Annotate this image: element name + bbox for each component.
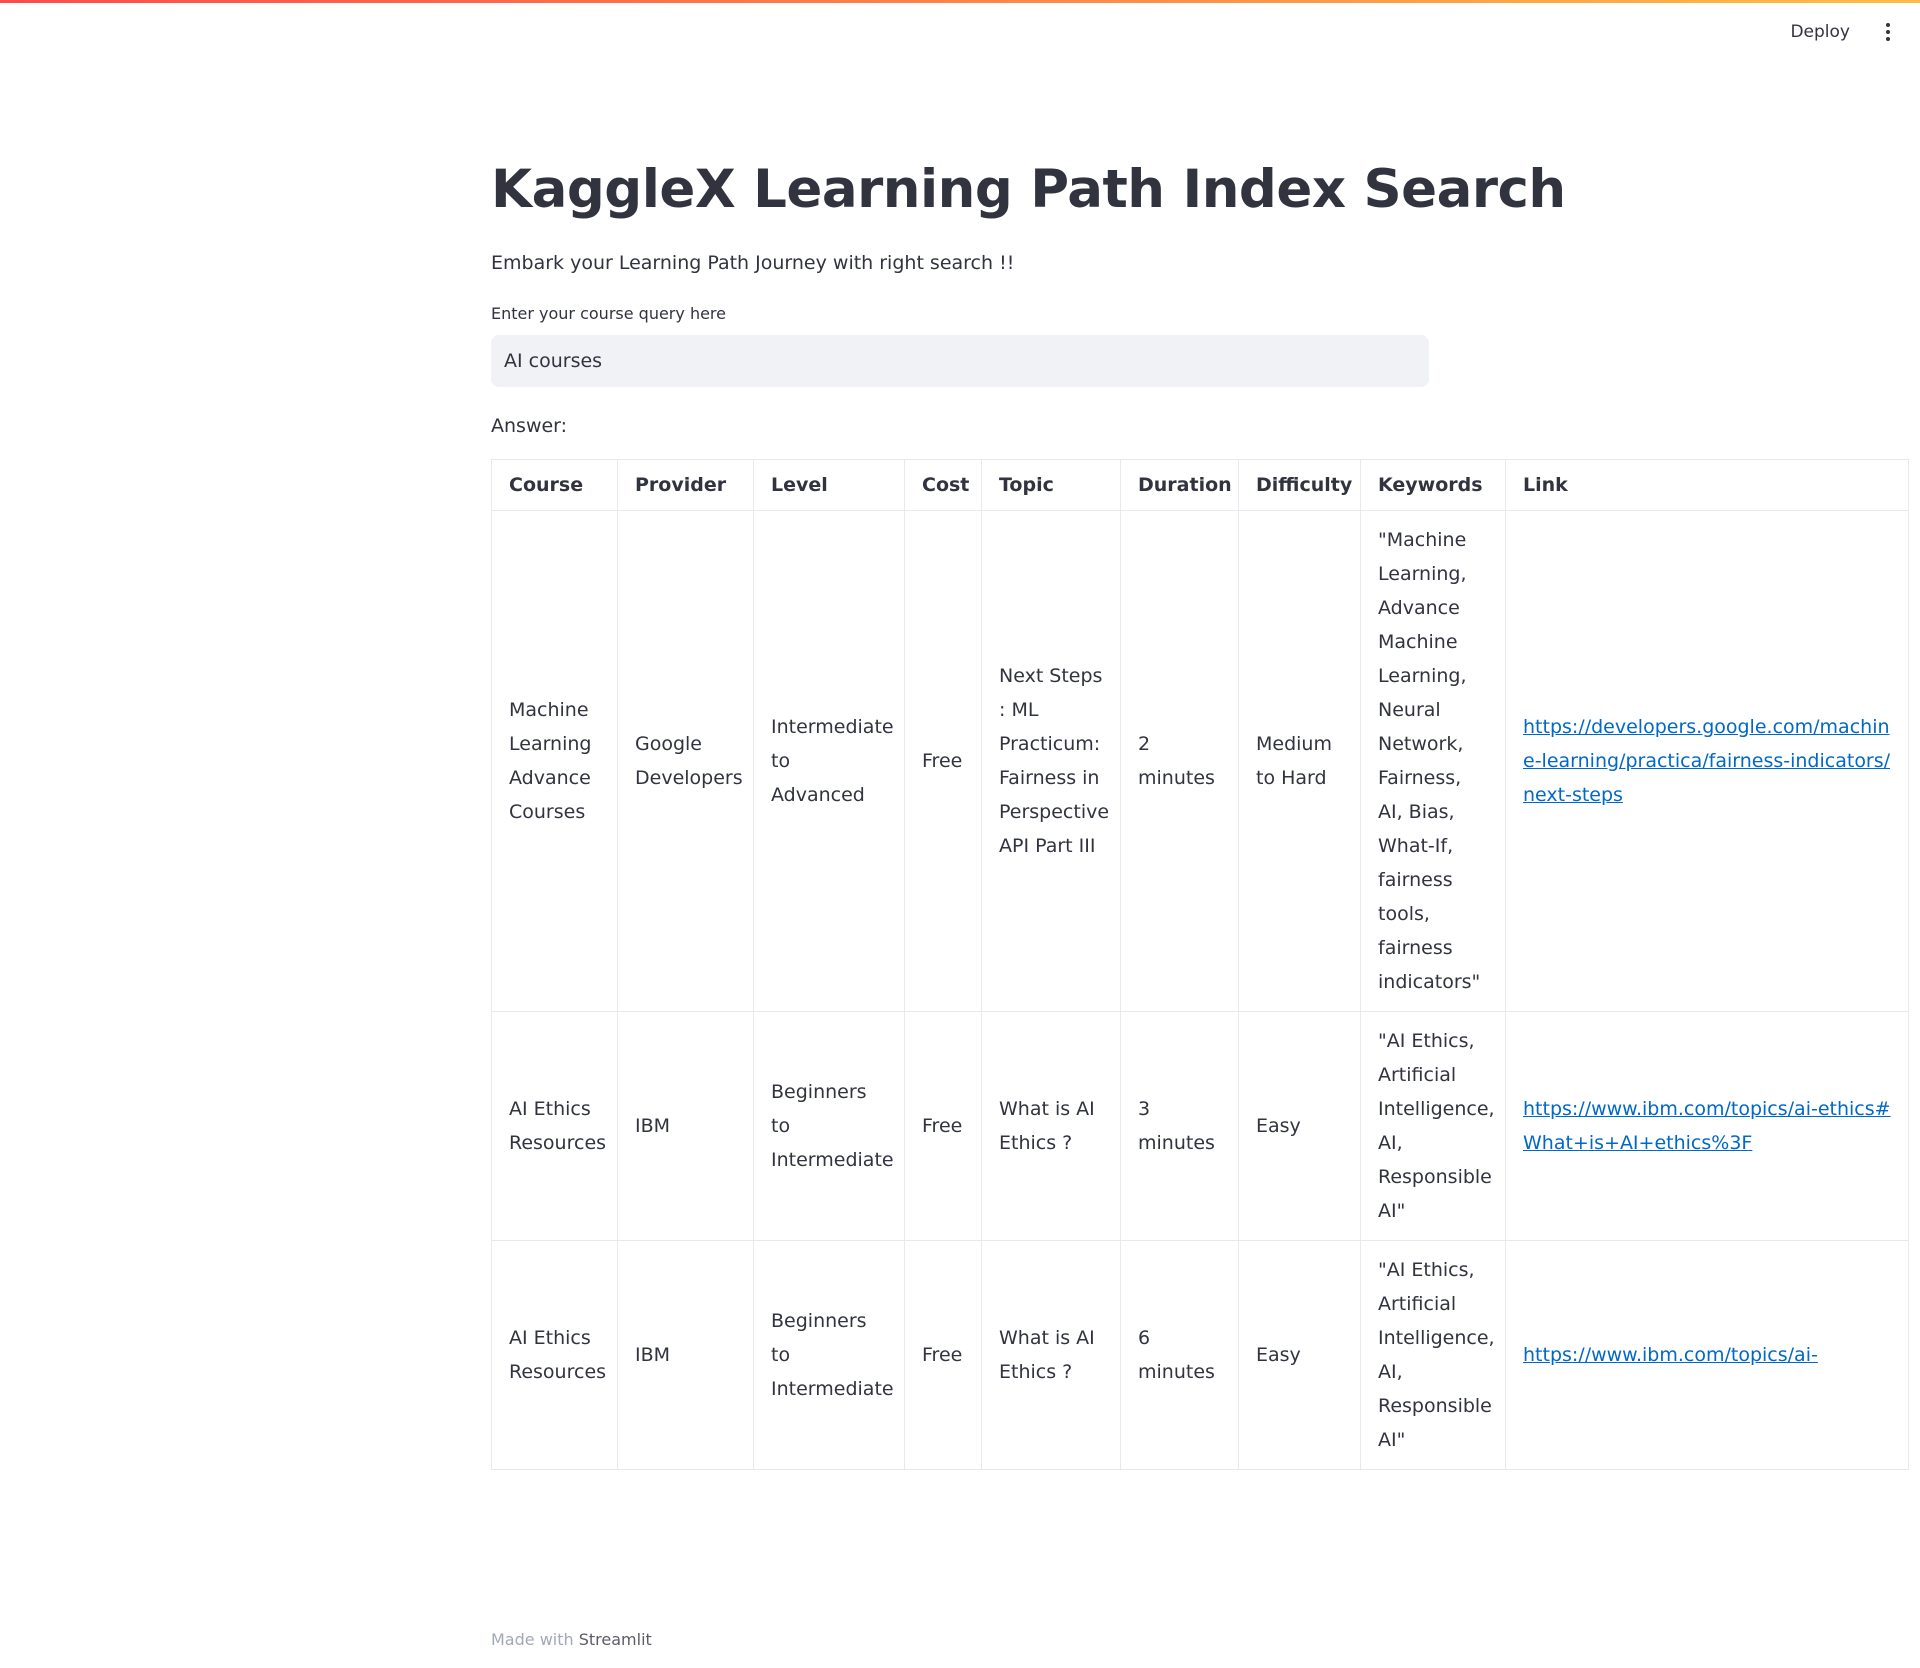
table-row: Machine Learning Advance Courses Google …	[491, 510, 1909, 1012]
cell-level: Beginners to Intermediate	[753, 1011, 905, 1241]
course-link[interactable]: https://developers.google.com/machine-le…	[1523, 716, 1890, 806]
cell-provider: Google Developers	[617, 510, 754, 1012]
menu-dot	[1886, 37, 1890, 41]
deploy-button[interactable]: Deploy	[1786, 16, 1854, 48]
table-header-row: Course Provider Level Cost Topic Duratio…	[491, 459, 1909, 511]
cell-cost: Free	[904, 1240, 982, 1470]
top-decoration-bar	[0, 0, 1920, 3]
column-header: Keywords	[1360, 459, 1506, 511]
column-header: Provider	[617, 459, 754, 511]
cell-link: https://www.ibm.com/topics/ai-	[1505, 1240, 1909, 1470]
cell-cost: Free	[904, 510, 982, 1012]
table-row: AI Ethics Resources IBM Beginners to Int…	[491, 1240, 1909, 1470]
app-footer: Made with Streamlit	[491, 1630, 652, 1649]
course-link[interactable]: https://www.ibm.com/topics/ai-ethics#Wha…	[1523, 1098, 1891, 1154]
course-link[interactable]: https://www.ibm.com/topics/ai-	[1523, 1344, 1818, 1366]
results-table: Course Provider Level Cost Topic Duratio…	[491, 459, 1909, 1470]
column-header: Topic	[981, 459, 1121, 511]
cell-provider: IBM	[617, 1240, 754, 1470]
column-header: Course	[491, 459, 618, 511]
column-header: Difficulty	[1238, 459, 1361, 511]
cell-duration: 2 minutes	[1120, 510, 1239, 1012]
page-title: KaggleX Learning Path Index Search	[491, 159, 1566, 220]
cell-level: Intermediate to Advanced	[753, 510, 905, 1012]
answer-label: Answer:	[491, 415, 568, 437]
cell-link: https://www.ibm.com/topics/ai-ethics#Wha…	[1505, 1011, 1909, 1241]
cell-course: AI Ethics Resources	[491, 1011, 618, 1241]
app-toolbar: Deploy	[1786, 16, 1896, 48]
main-content: KaggleX Learning Path Index Search Embar…	[491, 150, 1909, 1470]
cell-keywords: "AI Ethics, Artificial Intelligence, AI,…	[1360, 1011, 1506, 1241]
column-header: Cost	[904, 459, 982, 511]
column-header: Duration	[1120, 459, 1239, 511]
cell-topic: What is AI Ethics ?	[981, 1240, 1121, 1470]
column-header: Link	[1505, 459, 1909, 511]
cell-link: https://developers.google.com/machine-le…	[1505, 510, 1909, 1012]
cell-keywords: "Machine Learning, Advance Machine Learn…	[1360, 510, 1506, 1012]
cell-course: Machine Learning Advance Courses	[491, 510, 618, 1012]
cell-level: Beginners to Intermediate	[753, 1240, 905, 1470]
cell-difficulty: Medium to Hard	[1238, 510, 1361, 1012]
cell-duration: 6 minutes	[1120, 1240, 1239, 1470]
cell-duration: 3 minutes	[1120, 1011, 1239, 1241]
main-menu-icon[interactable]	[1880, 16, 1896, 48]
menu-dot	[1886, 30, 1890, 34]
column-header: Level	[753, 459, 905, 511]
footer-prefix: Made with	[491, 1630, 574, 1649]
footer-brand-link[interactable]: Streamlit	[579, 1630, 652, 1649]
cell-topic: What is AI Ethics ?	[981, 1011, 1121, 1241]
course-query-input[interactable]	[491, 335, 1429, 387]
cell-course: AI Ethics Resources	[491, 1240, 618, 1470]
cell-keywords: "AI Ethics, Artificial Intelligence, AI,…	[1360, 1240, 1506, 1470]
cell-difficulty: Easy	[1238, 1011, 1361, 1241]
page-subtitle: Embark your Learning Path Journey with r…	[491, 252, 1015, 274]
table-row: AI Ethics Resources IBM Beginners to Int…	[491, 1011, 1909, 1241]
menu-dot	[1886, 23, 1890, 27]
cell-difficulty: Easy	[1238, 1240, 1361, 1470]
cell-cost: Free	[904, 1011, 982, 1241]
cell-topic: Next Steps : ML Practicum: Fairness in P…	[981, 510, 1121, 1012]
cell-provider: IBM	[617, 1011, 754, 1241]
query-label: Enter your course query here	[491, 304, 726, 323]
